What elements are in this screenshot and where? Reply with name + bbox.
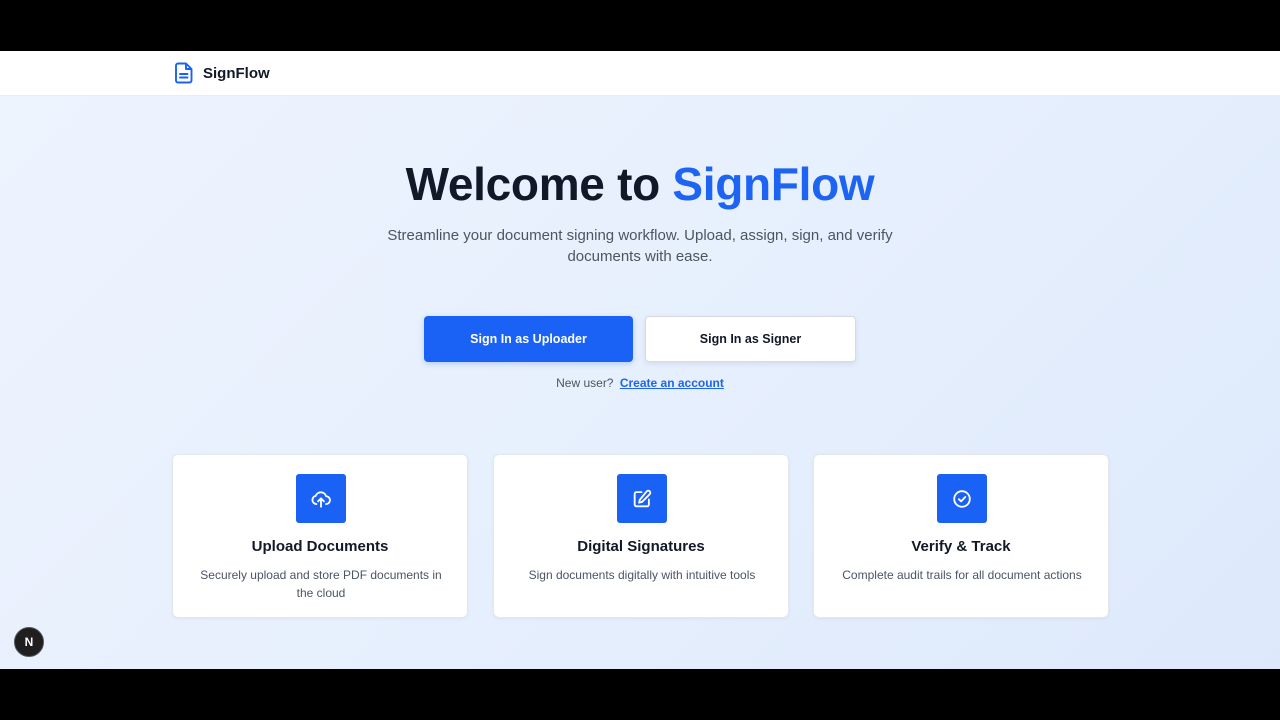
feature-icon-box (617, 474, 667, 523)
feature-description: Complete audit trails for all document a… (842, 568, 1082, 582)
brand-logo[interactable]: SignFlow (174, 62, 270, 84)
check-circle-icon (953, 489, 971, 508)
cloud-upload-icon (311, 490, 331, 508)
brand-name: SignFlow (203, 64, 270, 82)
feature-description: Securely upload and store PDF documents … (200, 568, 442, 600)
edit-pen-icon (633, 489, 652, 507)
document-icon (175, 62, 193, 84)
signup-prompt-text: New user? (556, 376, 614, 390)
page-subtitle: Streamline your document signing workflo… (387, 227, 893, 265)
feature-card-signatures: Digital Signatures Sign documents digita… (493, 454, 789, 618)
title-prefix: Welcome to (405, 158, 673, 210)
nextjs-icon[interactable]: N (14, 627, 44, 657)
letterbox-top (0, 0, 1280, 51)
feature-title: Digital Signatures (577, 538, 705, 555)
feature-card-verify: Verify & Track Complete audit trails for… (813, 454, 1109, 618)
sign-in-uploader-button[interactable]: Sign In as Uploader (424, 316, 633, 362)
feature-icon-box (937, 474, 987, 523)
create-account-link[interactable]: Create an account (620, 376, 724, 390)
signup-prompt: New user? Create an account (0, 376, 1280, 390)
navbar: SignFlow (0, 51, 1280, 96)
feature-icon-box (296, 474, 346, 523)
feature-title: Verify & Track (911, 538, 1011, 555)
feature-title: Upload Documents (251, 538, 389, 555)
feature-description: Sign documents digitally with intuitive … (528, 568, 756, 582)
feature-card-upload: Upload Documents Securely upload and sto… (172, 454, 468, 618)
app-window: SignFlow Welcome to SignFlow Streamline … (0, 51, 1280, 669)
sign-in-signer-button[interactable]: Sign In as Signer (645, 316, 856, 362)
page-title: Welcome to SignFlow (0, 157, 1280, 211)
title-accent: SignFlow (672, 158, 875, 210)
letterbox-bottom (0, 669, 1280, 720)
